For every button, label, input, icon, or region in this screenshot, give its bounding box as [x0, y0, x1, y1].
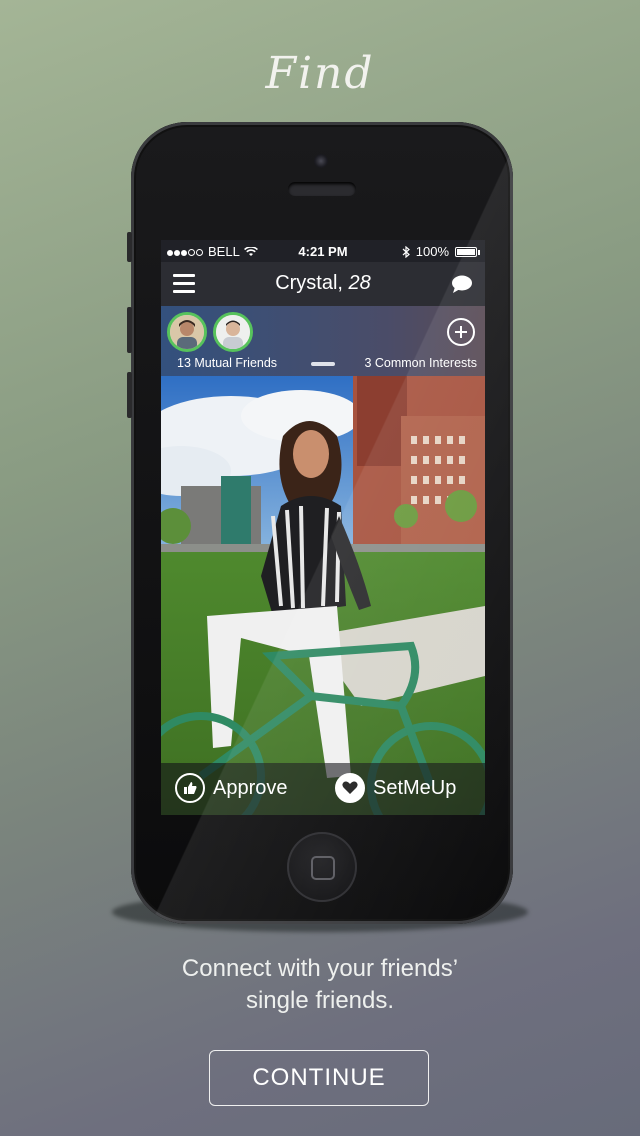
tagline-line-1: Connect with your friends’ — [181, 955, 459, 982]
mutual-friends-count[interactable]: 13 Mutual Friends — [177, 356, 277, 370]
plus-circle-icon[interactable] — [447, 318, 475, 346]
approve-label: Approve — [213, 776, 288, 799]
heart-icon — [335, 773, 365, 803]
friend-avatar-1[interactable] — [167, 312, 207, 352]
phone-screen: BELL 4:21 PM 100% Crystal, 28 13 Mutual … — [161, 240, 485, 815]
battery-icon — [455, 246, 480, 257]
phone-device: BELL 4:21 PM 100% Crystal, 28 13 Mutual … — [127, 122, 513, 924]
common-interests-count[interactable]: 3 Common Interests — [364, 356, 477, 370]
front-camera — [314, 154, 328, 168]
nav-bar: Crystal, 28 — [161, 262, 485, 306]
page-title: Find — [265, 48, 375, 99]
setmeup-button[interactable]: SetMeUp — [335, 773, 456, 803]
home-button — [287, 832, 357, 902]
friend-avatar-2[interactable] — [213, 312, 253, 352]
status-bar: BELL 4:21 PM 100% — [161, 240, 485, 262]
profile-age: 28 — [348, 272, 371, 294]
approve-button[interactable]: Approve — [175, 773, 288, 803]
battery-percent: 100% — [415, 244, 449, 259]
mute-switch — [127, 232, 132, 262]
profile-photo[interactable] — [161, 376, 485, 815]
chat-bubble-icon[interactable] — [451, 274, 473, 294]
drag-handle[interactable] — [311, 362, 335, 366]
mutual-friends-bar: 13 Mutual Friends 3 Common Interests — [161, 306, 485, 376]
continue-button[interactable]: CONTINUE — [209, 1050, 429, 1106]
action-bar: Approve SetMeUp — [161, 763, 485, 815]
bluetooth-icon — [402, 245, 410, 258]
status-right: 100% — [402, 244, 480, 259]
volume-up-button — [127, 307, 132, 353]
earpiece-speaker — [288, 182, 356, 196]
volume-down-button — [127, 372, 132, 418]
profile-name: Crystal, — [275, 272, 343, 294]
thumbs-up-icon — [175, 773, 205, 803]
tagline: Connect with your friends’ single friend… — [0, 953, 640, 1017]
tagline-line-2: single friends. — [245, 987, 395, 1014]
profile-name-age: Crystal, 28 — [161, 272, 485, 295]
setmeup-label: SetMeUp — [373, 776, 457, 799]
